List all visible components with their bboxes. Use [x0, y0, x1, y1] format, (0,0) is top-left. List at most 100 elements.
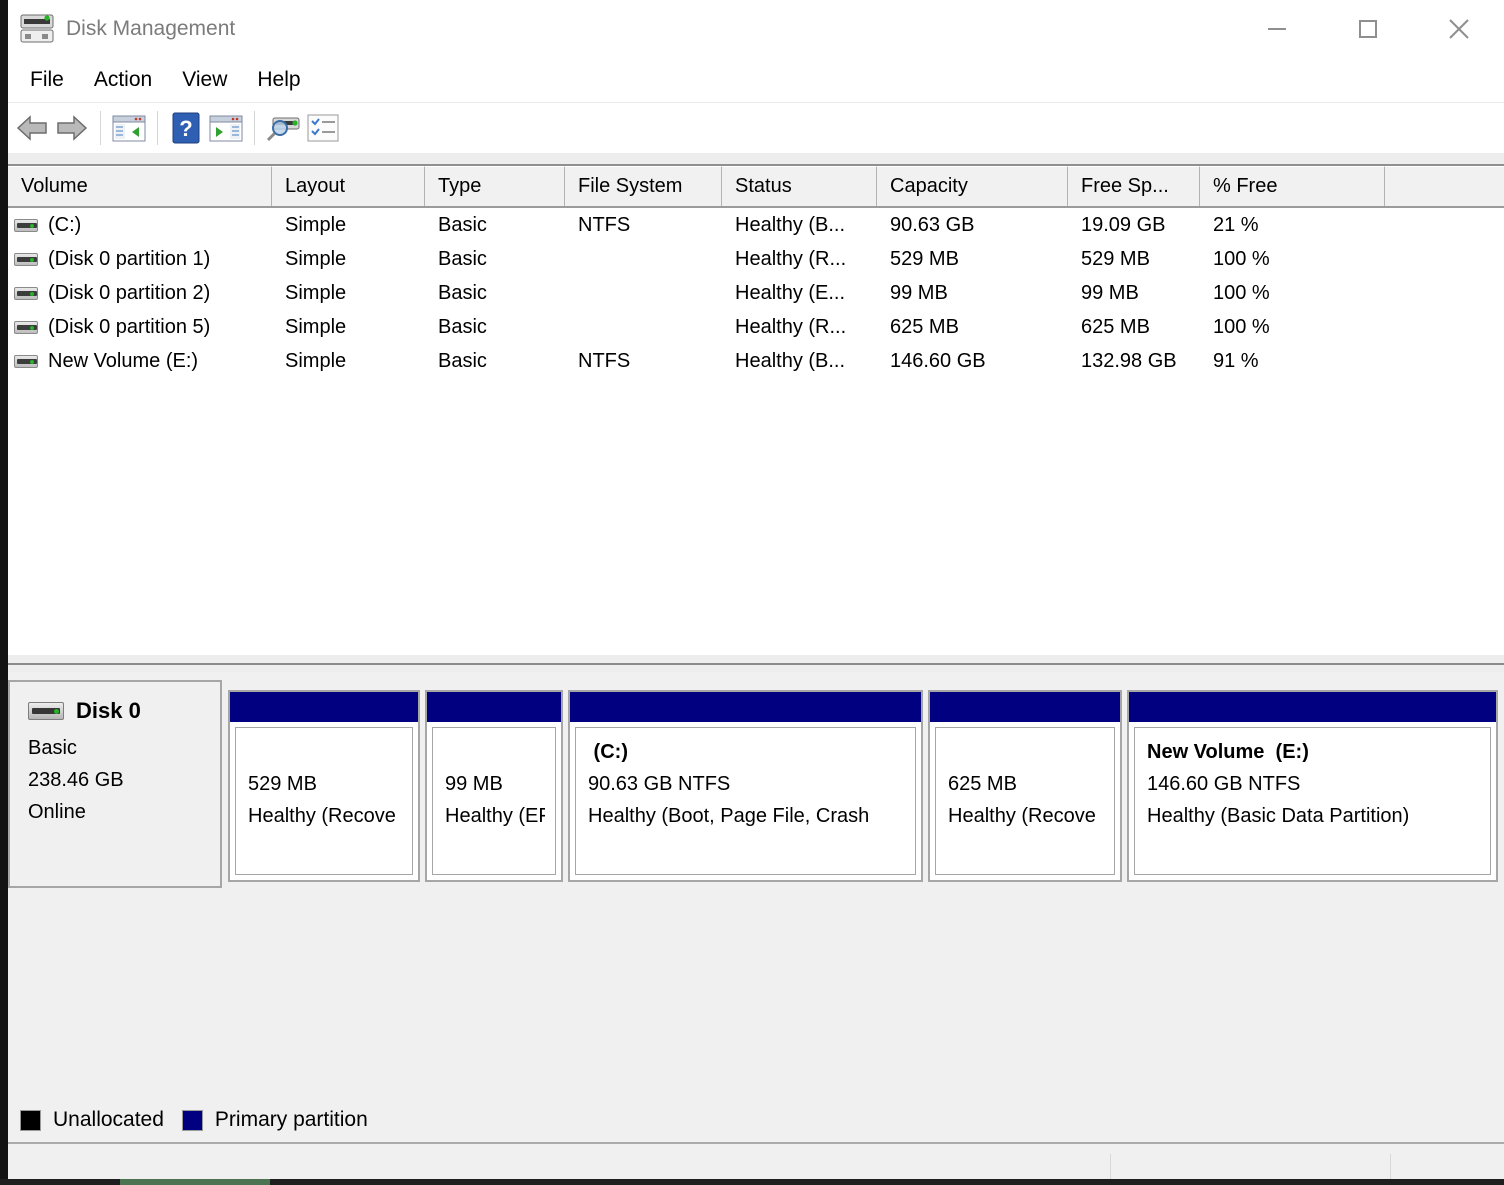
column-header-pct-free[interactable]: % Free [1200, 166, 1385, 206]
partition-size: 99 MB [445, 773, 503, 795]
toolbar-separator [100, 111, 101, 145]
column-header-volume[interactable]: Volume [8, 166, 272, 206]
table-row[interactable]: (Disk 0 partition 5) Simple Basic Health… [8, 310, 1504, 344]
forward-arrow-icon [57, 115, 88, 141]
column-header-status[interactable]: Status [722, 166, 877, 206]
checklist-icon [307, 114, 339, 142]
partition-status: Healthy (EF [445, 805, 545, 827]
column-header-blank [1385, 166, 1504, 206]
disk-type: Basic [28, 737, 77, 759]
list-frame-top [8, 153, 1504, 166]
menu-help[interactable]: Help [242, 64, 315, 96]
menu-file[interactable]: File [15, 64, 79, 96]
unallocated-swatch [20, 1109, 41, 1131]
menu-view[interactable]: View [167, 64, 242, 96]
legend: Unallocated Primary partition [8, 1098, 368, 1142]
disk0-panel[interactable]: Disk 0 Basic 238.46 GB Online [8, 680, 222, 888]
status-value: Healthy (R... [735, 247, 847, 270]
primary-partition-color-bar [427, 692, 561, 722]
type-value: Basic [438, 247, 487, 270]
maximize-button[interactable] [1345, 9, 1391, 49]
legend-divider [8, 1142, 1504, 1144]
pct-free-value: 100 % [1213, 281, 1270, 304]
show-action-pane-button[interactable] [206, 109, 246, 147]
pct-free-value: 100 % [1213, 315, 1270, 338]
legend-label-unallocated: Unallocated [53, 1108, 164, 1131]
statusbar-divider [1390, 1154, 1391, 1179]
menu-bar: File Action View Help [8, 58, 1504, 102]
partition-block-recovery-1[interactable]: 529 MB Healthy (Recove [228, 690, 420, 882]
table-row[interactable]: (Disk 0 partition 1) Simple Basic Health… [8, 242, 1504, 276]
column-header-layout[interactable]: Layout [272, 166, 425, 206]
type-value: Basic [438, 315, 487, 338]
capacity-value: 625 MB [890, 315, 959, 338]
connect-device-button[interactable] [263, 109, 303, 147]
title-bar: Disk Management [8, 0, 1504, 58]
capacity-value: 529 MB [890, 247, 959, 270]
file-system-value [565, 242, 722, 276]
type-value: Basic [438, 213, 487, 236]
primary-partition-color-bar [230, 692, 418, 722]
window-title: Disk Management [66, 17, 236, 40]
list-header: Volume Layout Type File System Status Ca… [8, 166, 1504, 208]
primary-partition-color-bar [570, 692, 921, 722]
partition-size: 90.63 GB NTFS [588, 773, 731, 795]
volume-name: (C:) [48, 213, 82, 236]
show-console-tree-button[interactable] [109, 109, 149, 147]
column-header-file-system[interactable]: File System [565, 166, 722, 206]
column-header-free-space[interactable]: Free Sp... [1068, 166, 1200, 206]
table-row[interactable]: New Volume (E:) Simple Basic NTFS Health… [8, 344, 1504, 378]
disk-size: 238.46 GB [28, 769, 124, 791]
back-arrow-icon [16, 115, 47, 141]
background-window-edge [0, 0, 8, 1185]
partition-status: Healthy (Basic Data Partition) [1147, 805, 1410, 827]
action-pane-icon [209, 115, 243, 142]
file-system-value [565, 276, 722, 310]
graphical-view-pane: Disk 0 Basic 238.46 GB Online 529 MB Hea… [8, 672, 1504, 1179]
partition-block-efi[interactable]: 99 MB Healthy (EF [425, 690, 563, 882]
free-space-value: 625 MB [1081, 315, 1150, 338]
partition-name [948, 736, 1104, 768]
column-header-type[interactable]: Type [425, 166, 565, 206]
maximize-icon [1359, 20, 1377, 38]
volume-icon [14, 286, 38, 300]
volume-icon [14, 252, 38, 266]
primary-partition-color-bar [930, 692, 1120, 722]
table-row[interactable]: (C:) Simple Basic NTFS Healthy (B... 90.… [8, 208, 1504, 242]
toolbar-separator [157, 111, 158, 145]
layout-value: Simple [285, 247, 347, 270]
volume-icon [14, 354, 38, 368]
type-value: Basic [438, 349, 487, 372]
minimize-button[interactable] [1254, 9, 1300, 49]
svg-text:?: ? [179, 116, 192, 141]
partition-block-e[interactable]: New Volume (E:) 146.60 GB NTFS Healthy (… [1127, 690, 1498, 882]
back-button[interactable] [12, 109, 52, 147]
pct-free-value: 91 % [1213, 349, 1259, 372]
partition-size: 625 MB [948, 773, 1017, 795]
pct-free-value: 100 % [1213, 247, 1270, 270]
disk-list-button[interactable] [303, 109, 343, 147]
toolbar-separator [254, 111, 255, 145]
taskbar-green-item [120, 1179, 270, 1185]
column-header-capacity[interactable]: Capacity [877, 166, 1068, 206]
free-space-value: 99 MB [1081, 281, 1139, 304]
pct-free-value: 21 % [1213, 213, 1259, 236]
partition-block-recovery-2[interactable]: 625 MB Healthy (Recove [928, 690, 1122, 882]
volume-name: (Disk 0 partition 2) [48, 281, 211, 304]
menu-action[interactable]: Action [79, 64, 167, 96]
taskbar-edge [0, 1179, 1504, 1185]
console-tree-icon [112, 115, 146, 142]
table-row[interactable]: (Disk 0 partition 2) Simple Basic Health… [8, 276, 1504, 310]
volume-icon [14, 218, 38, 232]
forward-button[interactable] [52, 109, 92, 147]
capacity-value: 146.60 GB [890, 349, 986, 372]
partition-status: Healthy (Recove [948, 805, 1096, 827]
capacity-value: 99 MB [890, 281, 948, 304]
pane-splitter[interactable] [8, 655, 1504, 672]
help-button[interactable]: ? [166, 109, 206, 147]
statusbar-divider [1110, 1154, 1111, 1179]
window-controls [1254, 9, 1504, 49]
layout-value: Simple [285, 315, 347, 338]
close-button[interactable] [1436, 9, 1482, 49]
partition-block-c[interactable]: (C:) 90.63 GB NTFS Healthy (Boot, Page F… [568, 690, 923, 882]
